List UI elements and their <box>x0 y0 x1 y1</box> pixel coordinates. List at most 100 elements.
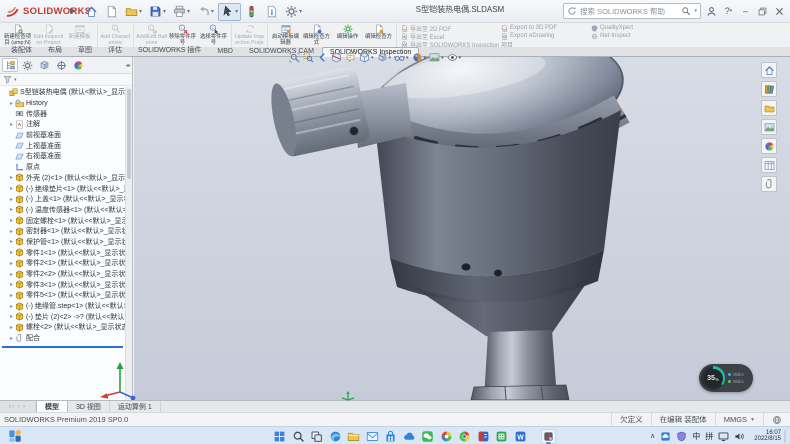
tree-item[interactable]: S型铠装热电偶 (默认<默认>_显示状态-1 <box>0 87 125 98</box>
tree-item[interactable]: 右视基准面 <box>0 151 125 162</box>
open-button[interactable]: ▾ <box>122 3 145 21</box>
select-button[interactable]: ▾ <box>218 3 241 21</box>
restore-button[interactable] <box>754 3 771 20</box>
taskpane-tab-view-palette[interactable] <box>761 119 777 135</box>
tree-item[interactable]: ▸固定螺栓<1> (默认<<默认>_显示状 <box>0 215 125 226</box>
panel-tab-propertymanager[interactable] <box>19 58 35 72</box>
panel-tab-scroll[interactable]: ◂ ▸ <box>125 62 130 69</box>
expand-arrow[interactable]: ▸ <box>8 185 15 192</box>
hidden-icons-chevron[interactable]: ∧ <box>650 432 655 440</box>
tree-item[interactable]: ▸(-) 温度传感器<1> (默认<<默认>_显 <box>0 205 125 216</box>
expand-arrow[interactable]: ▸ <box>8 249 15 256</box>
taskbar-word-icon[interactable]: W <box>513 429 528 444</box>
taskbar-start-icon[interactable] <box>272 429 287 444</box>
login-button[interactable] <box>703 3 720 20</box>
tree-item[interactable]: ▸零件1<1> (默认<<默认>_显示状态- <box>0 247 125 258</box>
tree-scrollbar[interactable] <box>125 87 132 400</box>
expand-arrow[interactable]: ▸ <box>8 228 15 235</box>
search-dropdown-caret[interactable]: ▾ <box>694 8 697 14</box>
expand-arrow[interactable]: ▸ <box>8 121 15 128</box>
panel-tab-featuremanager[interactable] <box>2 58 18 72</box>
taskbar-store-icon[interactable] <box>383 429 398 444</box>
view-settings-button[interactable]: ▾ <box>446 51 463 64</box>
taskpane-tab-file-explorer[interactable] <box>761 100 777 116</box>
tree-filter[interactable]: ▾ <box>0 74 132 86</box>
help-button[interactable]: ?▾ <box>720 3 737 20</box>
taskbar-solidworks-icon[interactable] <box>541 429 556 444</box>
edit-appearance-button[interactable]: ▾ <box>411 51 428 64</box>
zoom-to-fit-button[interactable] <box>288 51 301 64</box>
expand-arrow[interactable]: ▸ <box>8 335 15 342</box>
tree-item[interactable]: ▸保护管<1> (默认<<默认>_显示状态 <box>0 237 125 248</box>
taskbar-dict-icon[interactable] <box>476 429 491 444</box>
taskbar-search-icon[interactable] <box>291 429 306 444</box>
expand-arrow[interactable]: ▸ <box>8 292 15 299</box>
taskbar-wechat-icon[interactable] <box>420 429 435 444</box>
dynamic-annotation-views-button[interactable] <box>344 51 357 64</box>
taskbar-chrome-icon[interactable] <box>457 429 472 444</box>
search-icon[interactable] <box>681 6 691 16</box>
close-button[interactable] <box>771 3 788 20</box>
widgets-button[interactable] <box>8 429 22 443</box>
performance-overlay-widget[interactable]: 35% 0kb/s0kb/s <box>699 364 753 392</box>
units-selector[interactable]: MMGS▼ <box>715 413 763 426</box>
ime-mode-indicator[interactable]: 拼 <box>705 431 713 442</box>
security-shield-icon[interactable] <box>676 431 687 442</box>
section-view-button[interactable] <box>330 51 343 64</box>
expand-arrow[interactable]: ▸ <box>8 196 15 203</box>
tab-评估[interactable]: 评估 <box>100 43 130 56</box>
tree-item[interactable]: ▸History <box>0 98 125 109</box>
tree-item[interactable]: 上视基准面 <box>0 140 125 151</box>
expand-arrow[interactable]: ▸ <box>8 313 15 320</box>
tree-item[interactable]: ▸零件5<1> (默认<<默认>_显示状态 <box>0 290 125 301</box>
display-style-button[interactable]: ▾ <box>376 51 393 64</box>
undo-button[interactable]: ▾ <box>194 3 217 21</box>
new-document-button[interactable] <box>102 3 121 21</box>
ribbon-button[interactable]: 编辑操作 <box>332 23 363 47</box>
previous-view-button[interactable] <box>316 51 329 64</box>
doc-tab-模型[interactable]: 模型 <box>36 401 68 412</box>
tab-草图[interactable]: 草图 <box>70 43 100 56</box>
panel-tab-configurationmanager[interactable] <box>36 58 52 72</box>
taskbar-photos-icon[interactable] <box>439 429 454 444</box>
ribbon-button[interactable]: 编辑检查方 <box>363 23 394 47</box>
tree-item[interactable]: ▸(-) 绝缘垫片<1> (默认<<默认>_显示 <box>0 183 125 194</box>
display-tray-icon[interactable] <box>718 431 729 442</box>
taskpane-tab-solidworks-resources[interactable] <box>761 62 777 78</box>
panel-tab-displaymanager[interactable] <box>70 58 86 72</box>
doc-tab-运动算例 1[interactable]: 运动算例 1 <box>110 401 161 412</box>
tree-item[interactable]: ▸零件2<2> (默认<<默认>_显示状态 <box>0 269 125 280</box>
hide-show-items-button[interactable]: ▾ <box>393 51 410 64</box>
view-orientation-button[interactable]: ▾ <box>358 51 375 64</box>
taskpane-tab-custom-properties[interactable] <box>761 157 777 173</box>
taskbar-mail-icon[interactable] <box>365 429 380 444</box>
tab-布局[interactable]: 布局 <box>40 43 70 56</box>
expand-arrow[interactable]: ▸ <box>8 303 15 310</box>
tree-item[interactable]: ▸(-) 绝缘管.step<1> (默认<<默认>_显 <box>0 301 125 312</box>
expand-arrow[interactable]: ▸ <box>8 238 15 245</box>
expand-arrow[interactable]: ▸ <box>8 206 15 213</box>
taskpane-tab-solidworks-forum[interactable] <box>761 176 777 192</box>
tree-item[interactable]: ▸零件3<1> (默认<<默认>_显示状态 <box>0 279 125 290</box>
ribbon-button[interactable]: 编辑检查方式 <box>301 23 332 47</box>
expand-arrow[interactable]: ▸ <box>8 217 15 224</box>
clock[interactable]: 16:07 2022/8/15 <box>752 430 786 443</box>
expand-arrow[interactable]: ▸ <box>8 281 15 288</box>
menu-expand-arrow[interactable]: ▶ <box>70 6 76 15</box>
tree-item[interactable]: ▸(-) 垫片 (2)<2> ->? (默认<<默认>_ <box>0 311 125 322</box>
panel-tab-dimxpertmanager[interactable] <box>53 58 69 72</box>
tree-item[interactable]: ▸外壳 (2)<1> (默认<<默认>_显示状态 <box>0 173 125 184</box>
tree-item[interactable]: ▸配合 <box>0 333 125 344</box>
home-button[interactable] <box>82 3 101 21</box>
taskbar-explorer-icon[interactable] <box>346 429 361 444</box>
volume-icon[interactable] <box>734 431 745 442</box>
zoom-to-area-button[interactable] <box>302 51 315 64</box>
rebuild-button[interactable] <box>242 3 261 21</box>
search-box[interactable]: 搜索 SOLIDWORKS 帮助 ▾ <box>563 3 701 19</box>
tab-装配体[interactable]: 装配体 <box>3 43 40 56</box>
apply-scene-button[interactable]: ▾ <box>428 51 445 64</box>
taskpane-tab-design-library[interactable] <box>761 81 777 97</box>
expand-arrow[interactable]: ▸ <box>8 324 15 331</box>
expand-arrow[interactable]: ▸ <box>8 174 15 181</box>
tree-item[interactable]: ▸密封器<1> (默认<<默认>_显示状态 <box>0 226 125 237</box>
